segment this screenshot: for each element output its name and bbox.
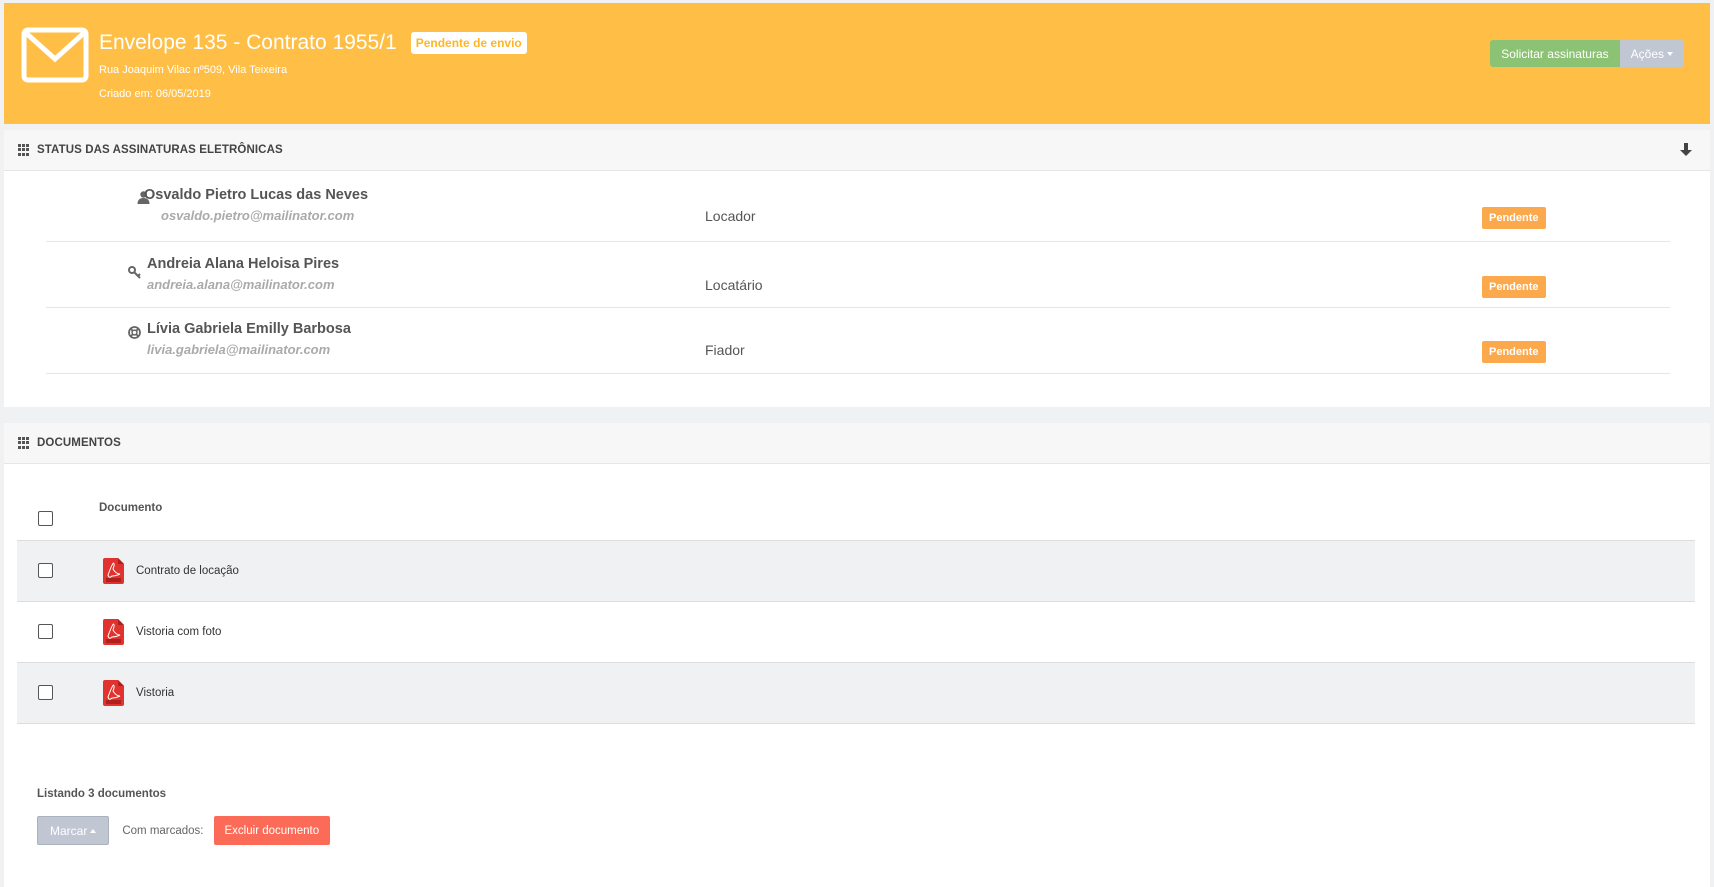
signatures-panel-heading: STATUS DAS ASSINATURAS ELETRÔNICAS [4,130,1710,171]
row-checkbox[interactable] [38,563,53,578]
status-badge: Pendente de envio [410,32,527,54]
table-row: Contrato de locação [17,541,1695,602]
document-column-header: Documento [99,502,163,514]
request-signatures-button[interactable]: Solicitar assinaturas [1490,40,1620,67]
documents-panel: DOCUMENTOS Documento Contrato de locação [4,423,1710,887]
signer-email: osvaldo.pietro@mailinator.com [161,208,355,223]
signers-list: Osvaldo Pietro Lucas das Neves osvaldo.p… [4,171,1710,432]
signer-status-badge: Pendente [1482,341,1546,363]
pdf-icon [103,558,124,584]
signer-email: livia.gabriela@mailinator.com [147,342,331,357]
pdf-icon [103,619,124,645]
documents-body: Documento Contrato de locação Vistoria c… [4,464,1710,886]
row-checkbox[interactable] [38,685,53,700]
signer-status-badge: Pendente [1482,207,1546,229]
signatures-panel-title: STATUS DAS ASSINATURAS ELETRÔNICAS [37,144,283,156]
document-link[interactable]: Vistoria com foto [136,626,221,638]
signatures-panel: STATUS DAS ASSINATURAS ELETRÔNICAS Osval… [4,130,1710,407]
signer-status-badge: Pendente [1482,276,1546,298]
signer-name: Osvaldo Pietro Lucas das Neves [144,187,369,203]
signer-row: Lívia Gabriela Emilly Barbosa livia.gabr… [46,308,1670,374]
row-checkbox[interactable] [38,624,53,639]
pdf-icon [103,680,124,706]
signer-name: Lívia Gabriela Emilly Barbosa [147,321,351,337]
download-icon[interactable] [1680,143,1692,157]
bulk-actions: Marcar Com marcados: Excluir documento [37,816,331,845]
signer-role: Locador [705,208,756,224]
page-title: Envelope 135 - Contrato 1955/1 [99,31,397,54]
documents-panel-heading: DOCUMENTOS [4,423,1710,464]
actions-button-label: Ações [1630,46,1664,61]
document-link[interactable]: Vistoria [136,687,174,699]
documents-table: Documento Contrato de locação Vistoria c… [17,464,1695,724]
signer-email: andreia.alana@mailinator.com [147,277,335,292]
created-date: Criado em: 06/05/2019 [99,88,211,100]
signer-row: Osvaldo Pietro Lucas das Neves osvaldo.p… [46,171,1670,242]
actions-dropdown-button[interactable]: Ações [1619,40,1684,67]
envelope-header: Envelope 135 - Contrato 1955/1 Pendente … [4,3,1710,124]
listing-count: Listando 3 documentos [37,788,167,800]
chevron-down-icon [1667,52,1673,57]
key-icon [128,266,141,279]
document-link[interactable]: Contrato de locação [136,565,239,577]
envelope-icon [21,27,89,83]
with-marked-label: Com marcados: [122,824,204,837]
mark-dropdown-button[interactable]: Marcar [37,816,110,845]
signer-role: Fiador [705,342,745,358]
header-button-group: Solicitar assinaturas Ações [1490,40,1684,67]
signer-row: Andreia Alana Heloisa Pires andreia.alan… [46,242,1670,308]
chevron-up-icon [90,829,97,834]
signer-name: Andreia Alana Heloisa Pires [147,256,340,272]
select-all-checkbox[interactable] [38,511,53,526]
delete-document-button[interactable]: Excluir documento [213,816,331,845]
signer-role: Locatário [705,277,763,293]
address-text: Rua Joaquim Vilac nº509, Vila Teixeira [99,64,288,76]
mark-button-label: Marcar [50,823,88,838]
table-row: Vistoria com foto [17,602,1695,663]
documents-panel-title: DOCUMENTOS [37,437,121,449]
lifebuoy-icon [128,326,141,339]
table-row: Vistoria [17,663,1695,724]
table-header: Documento [17,464,1695,541]
grid-icon [18,437,30,449]
grid-icon [18,144,30,156]
